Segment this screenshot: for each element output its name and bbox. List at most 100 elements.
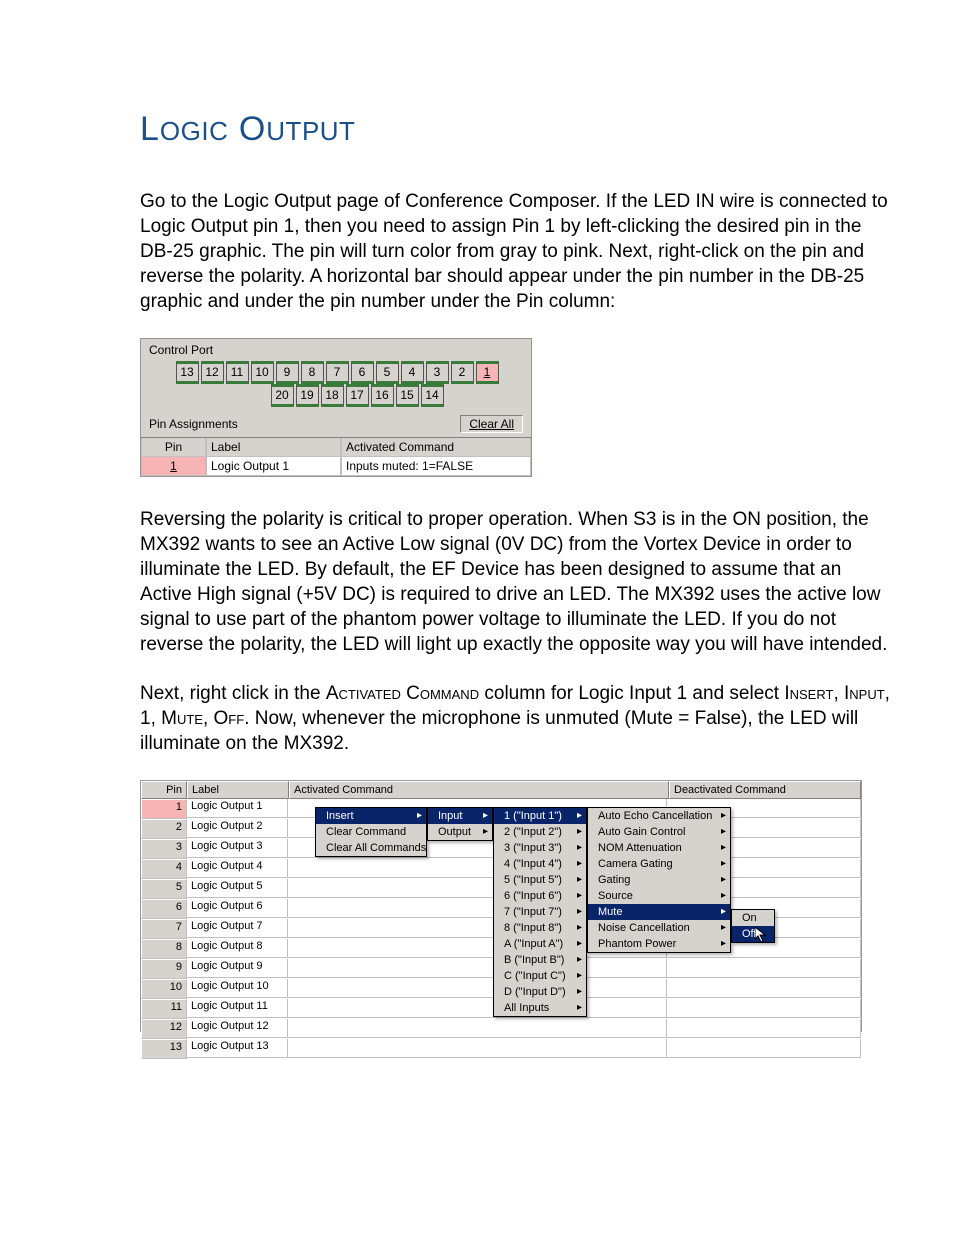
cell-activated[interactable] bbox=[288, 999, 667, 1018]
menu-item[interactable]: 5 ("Input 5") bbox=[494, 872, 586, 888]
menu-item[interactable]: On bbox=[732, 910, 774, 926]
db25-pin[interactable]: 9 bbox=[276, 361, 299, 384]
db25-pin[interactable]: 17 bbox=[346, 384, 369, 407]
db25-pin[interactable]: 2 bbox=[451, 361, 474, 384]
menu-item[interactable]: A ("Input A") bbox=[494, 936, 586, 952]
cell-pin: 8 bbox=[141, 939, 187, 959]
db25-pin[interactable]: 4 bbox=[401, 361, 424, 384]
cell-label: Logic Output 13 bbox=[187, 1039, 288, 1058]
cell-label: Logic Output 10 bbox=[187, 979, 288, 998]
db25-pin[interactable]: 6 bbox=[351, 361, 374, 384]
menu-item[interactable]: Insert bbox=[316, 808, 426, 824]
menu-item[interactable]: D ("Input D") bbox=[494, 984, 586, 1000]
cell-activated[interactable] bbox=[288, 1019, 667, 1038]
menu-item[interactable]: Clear Command bbox=[316, 824, 426, 840]
cell-label: Logic Output 2 bbox=[187, 819, 288, 838]
cell-activated[interactable] bbox=[288, 1039, 667, 1058]
control-port-panel: Control Port 13121110987654321 201918171… bbox=[140, 338, 532, 477]
cell-pin: 12 bbox=[141, 1019, 187, 1039]
menu-item[interactable]: Clear All Commands bbox=[316, 840, 426, 856]
menu-item[interactable]: Auto Echo Cancellation bbox=[588, 808, 730, 824]
cell-pin: 13 bbox=[141, 1039, 187, 1059]
db25-pin[interactable]: 15 bbox=[396, 384, 419, 407]
menu-item[interactable]: NOM Attenuation bbox=[588, 840, 730, 856]
db25-pin[interactable]: 18 bbox=[321, 384, 344, 407]
context-menu-root[interactable]: InsertClear CommandClear All Commands bbox=[315, 807, 427, 857]
cell-label: Logic Output 8 bbox=[187, 939, 288, 958]
db25-pin[interactable]: 1 bbox=[476, 361, 499, 384]
cell-cmd: Inputs muted: 1=FALSE bbox=[341, 457, 531, 476]
cell-deactivated[interactable] bbox=[667, 979, 861, 998]
db25-pin[interactable]: 10 bbox=[251, 361, 274, 384]
cell-pin: 4 bbox=[141, 859, 187, 879]
menu-item[interactable]: Output bbox=[428, 824, 492, 840]
menu-item[interactable]: 6 ("Input 6") bbox=[494, 888, 586, 904]
menu-item[interactable]: B ("Input B") bbox=[494, 952, 586, 968]
context-menu-io[interactable]: InputOutput bbox=[427, 807, 493, 841]
pin-assignments-label: Pin Assignments bbox=[149, 417, 238, 431]
col-header-cmd: Activated Command bbox=[341, 438, 531, 457]
db25-pin[interactable]: 3 bbox=[426, 361, 449, 384]
cell-activated[interactable] bbox=[288, 979, 667, 998]
cell-deactivated[interactable] bbox=[667, 959, 861, 978]
db25-pin[interactable]: 13 bbox=[176, 361, 199, 384]
db25-pin[interactable]: 16 bbox=[371, 384, 394, 407]
db25-pin[interactable]: 7 bbox=[326, 361, 349, 384]
paragraph: Go to the Logic Output page of Conferenc… bbox=[140, 189, 894, 314]
menu-item[interactable]: Camera Gating bbox=[588, 856, 730, 872]
table-header-row: Pin Label Activated Command Deactivated … bbox=[141, 781, 861, 799]
paragraph: Reversing the polarity is critical to pr… bbox=[140, 507, 894, 657]
cell-pin: 7 bbox=[141, 919, 187, 939]
db25-pin[interactable]: 12 bbox=[201, 361, 224, 384]
menu-item[interactable]: Auto Gain Control bbox=[588, 824, 730, 840]
cell-pin: 9 bbox=[141, 959, 187, 979]
db25-top-row: 13121110987654321 bbox=[149, 361, 525, 384]
cell-pin: 10 bbox=[141, 979, 187, 999]
table-row[interactable]: 13Logic Output 13 bbox=[141, 1039, 861, 1059]
cell-activated[interactable] bbox=[288, 959, 667, 978]
table-row[interactable]: 1 Logic Output 1 Inputs muted: 1=FALSE bbox=[141, 457, 531, 476]
menu-item[interactable]: Phantom Power bbox=[588, 936, 730, 952]
menu-item[interactable]: Input bbox=[428, 808, 492, 824]
menu-item[interactable]: Mute bbox=[588, 904, 730, 920]
col-header-pin: Pin bbox=[141, 438, 206, 457]
db25-pin[interactable]: 5 bbox=[376, 361, 399, 384]
menu-item[interactable]: Gating bbox=[588, 872, 730, 888]
menu-item[interactable]: 2 ("Input 2") bbox=[494, 824, 586, 840]
menu-item[interactable]: Source bbox=[588, 888, 730, 904]
db25-pin[interactable]: 8 bbox=[301, 361, 324, 384]
cell-label: Logic Output 5 bbox=[187, 879, 288, 898]
cell-pin: 6 bbox=[141, 899, 187, 919]
menu-item[interactable]: 8 ("Input 8") bbox=[494, 920, 586, 936]
menu-item[interactable]: C ("Input C") bbox=[494, 968, 586, 984]
menu-item[interactable]: 3 ("Input 3") bbox=[494, 840, 586, 856]
menu-item[interactable]: 7 ("Input 7") bbox=[494, 904, 586, 920]
context-menu-inputs[interactable]: 1 ("Input 1")2 ("Input 2")3 ("Input 3")4… bbox=[493, 807, 587, 1017]
cursor-icon bbox=[755, 927, 771, 943]
cell-deactivated[interactable] bbox=[667, 999, 861, 1018]
cell-deactivated[interactable] bbox=[667, 1019, 861, 1038]
context-menu-params[interactable]: Auto Echo CancellationAuto Gain ControlN… bbox=[587, 807, 731, 953]
cell-deactivated[interactable] bbox=[667, 1039, 861, 1058]
col-header-deactivated: Deactivated Command bbox=[669, 781, 861, 799]
cell-label: Logic Output 7 bbox=[187, 919, 288, 938]
cell-label: Logic Output 9 bbox=[187, 959, 288, 978]
menu-item[interactable]: 1 ("Input 1") bbox=[494, 808, 586, 824]
db25-pin[interactable]: 19 bbox=[296, 384, 319, 407]
menu-item[interactable]: Noise Cancellation bbox=[588, 920, 730, 936]
cell-pin: 1 bbox=[141, 799, 187, 819]
cell-pin: 11 bbox=[141, 999, 187, 1019]
menu-item[interactable]: All Inputs bbox=[494, 1000, 586, 1016]
control-port-title: Control Port bbox=[149, 343, 525, 357]
menu-item[interactable]: 4 ("Input 4") bbox=[494, 856, 586, 872]
col-header-pin: Pin bbox=[141, 781, 187, 799]
section-heading: LOGIC OUTPUT bbox=[140, 110, 894, 149]
table-row[interactable]: 12Logic Output 12 bbox=[141, 1019, 861, 1039]
db25-pin[interactable]: 20 bbox=[271, 384, 294, 407]
cell-label: Logic Output 1 bbox=[187, 799, 288, 818]
db25-pin[interactable]: 11 bbox=[226, 361, 249, 384]
cell-label: Logic Output 1 bbox=[206, 457, 341, 476]
clear-all-button[interactable]: Clear All bbox=[460, 415, 523, 433]
db25-pin[interactable]: 14 bbox=[421, 384, 444, 407]
cell-pin: 1 bbox=[141, 457, 206, 476]
